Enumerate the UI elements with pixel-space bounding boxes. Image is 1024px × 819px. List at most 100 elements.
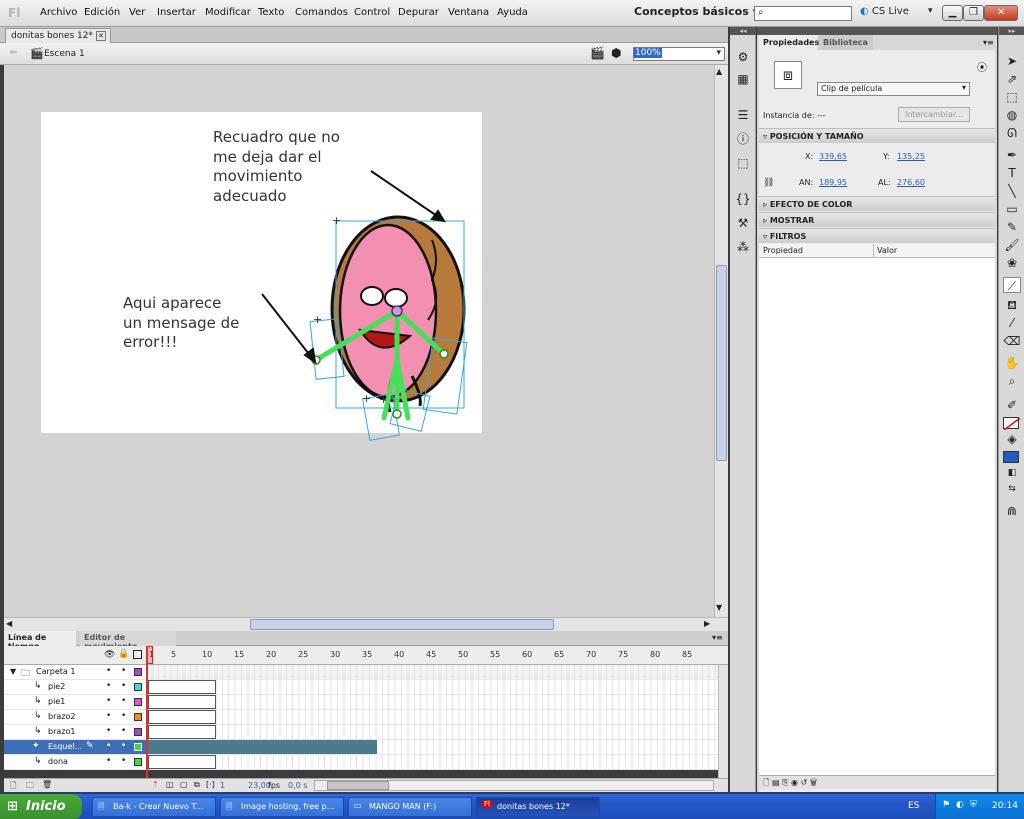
chevron-down-icon[interactable]: ▾: [928, 6, 933, 16]
info-icon[interactable]: ⓘ: [734, 131, 752, 147]
tab-timeline[interactable]: Línea de tiempo: [4, 631, 76, 651]
presets-icon[interactable]: ▤: [772, 778, 780, 787]
layer-row-selected[interactable]: ✦ Esquel... ✎ • •: [4, 740, 718, 755]
network-icon[interactable]: ⚑: [942, 800, 950, 810]
panel-collapse-bar[interactable]: [757, 27, 997, 35]
help-icon[interactable]: ⦿: [977, 59, 987, 74]
onion-skin-icon[interactable]: ◫: [166, 780, 174, 789]
visibility-dot[interactable]: •: [106, 696, 111, 706]
language-indicator[interactable]: ES: [908, 801, 919, 811]
keyframe-span[interactable]: [148, 755, 216, 769]
panel-menu-icon[interactable]: ▾≡: [983, 38, 994, 47]
start-button[interactable]: ⊞ Inicio: [0, 794, 82, 819]
transform-icon[interactable]: ⬚: [734, 155, 752, 171]
layer-name[interactable]: Carpeta 1: [36, 667, 75, 676]
bone-joint[interactable]: [391, 305, 403, 317]
swap-button[interactable]: Intercambiar...: [898, 107, 970, 122]
color-swatches-icon[interactable]: ▦: [734, 71, 752, 87]
lock-dot[interactable]: •: [121, 666, 126, 676]
layer-color-swatch[interactable]: [134, 743, 142, 751]
onion-markers-icon[interactable]: [·]: [206, 780, 215, 789]
line-tool-icon[interactable]: ╲: [1003, 183, 1021, 199]
frames-track[interactable]: [146, 665, 718, 679]
new-folder-icon[interactable]: 🗀: [26, 780, 34, 794]
snap-to-objects-icon[interactable]: ⋒: [1003, 503, 1021, 519]
enable-filter-icon[interactable]: ◉: [791, 778, 798, 787]
visibility-dot[interactable]: •: [106, 666, 111, 676]
taskbar-item[interactable]: 🗎 Image hosting, free p...: [220, 797, 344, 817]
symbol-type-select[interactable]: Clip de película ▾: [817, 82, 970, 96]
layer-name[interactable]: brazo2: [48, 712, 75, 721]
eye-icon[interactable]: 👁: [104, 650, 115, 660]
bone-tool-icon[interactable]: ⟋: [1003, 277, 1021, 293]
tab-library[interactable]: Biblioteca: [819, 35, 873, 50]
taskbar-item-active[interactable]: Fl donitas bones 12*: [476, 797, 600, 817]
section-display[interactable]: ▹ MOSTRAR: [759, 212, 995, 227]
visibility-dot[interactable]: •: [106, 741, 111, 751]
history-icon[interactable]: ⁂: [734, 239, 752, 255]
security-icon[interactable]: ⛨: [970, 800, 977, 810]
layer-color-swatch[interactable]: [134, 683, 142, 691]
layer-color-swatch[interactable]: [134, 713, 142, 721]
taskbar-item[interactable]: 🗎 Ba-k - Crear Nuevo T...: [92, 797, 216, 817]
lock-icon[interactable]: 🔒: [118, 649, 129, 659]
scroll-thumb[interactable]: [716, 265, 727, 461]
horizontal-scrollbar[interactable]: ◀ ▶: [4, 617, 728, 631]
swap-colors-icon[interactable]: ⇆: [1003, 481, 1021, 497]
layer-name[interactable]: dona: [48, 757, 68, 766]
volume-icon[interactable]: ◐: [956, 800, 964, 810]
center-frame-icon[interactable]: ⇡: [152, 780, 159, 789]
panel-menu-icon[interactable]: ▾≡: [712, 633, 723, 642]
fill-color-swatch[interactable]: [1003, 451, 1019, 463]
lock-dot[interactable]: •: [121, 696, 126, 706]
timeline-vscroll[interactable]: [718, 665, 728, 778]
fill-color-icon[interactable]: ◈: [1003, 431, 1021, 447]
keyframe-span[interactable]: [148, 695, 216, 709]
timeline-hscroll[interactable]: [314, 780, 714, 791]
visibility-dot[interactable]: •: [106, 681, 111, 691]
outline-icon[interactable]: [133, 650, 142, 659]
x-value[interactable]: 339,65: [819, 152, 847, 161]
scroll-left-icon[interactable]: ◀: [6, 619, 12, 628]
frames-track[interactable]: [146, 695, 718, 709]
taskbar-item[interactable]: ▭ MANGO MAN (F:): [348, 797, 472, 817]
scroll-thumb[interactable]: [327, 781, 389, 790]
visibility-dot[interactable]: •: [106, 726, 111, 736]
collapse-icon[interactable]: ◂◂: [730, 27, 756, 35]
pen-tool-icon[interactable]: ✒: [1003, 147, 1021, 163]
pencil-tool-icon[interactable]: ✎: [1003, 219, 1021, 235]
delete-filter-icon[interactable]: 🗑: [810, 778, 817, 787]
hand-tool-icon[interactable]: ✋: [1003, 355, 1021, 371]
keyframe-span[interactable]: [148, 710, 216, 724]
align-icon[interactable]: ☰: [734, 107, 752, 123]
layer-color-swatch[interactable]: [134, 728, 142, 736]
components-icon[interactable]: ⚒: [734, 215, 752, 231]
tab-properties[interactable]: Propiedades: [759, 35, 819, 50]
stroke-color-icon[interactable]: ✐: [1003, 397, 1021, 413]
zoom-tool-icon[interactable]: ⌕: [1003, 373, 1021, 389]
y-value[interactable]: 135,25: [897, 152, 925, 161]
motion-presets-icon[interactable]: ⚙: [734, 49, 752, 65]
lock-dot[interactable]: •: [121, 681, 126, 691]
3d-rotation-tool-icon[interactable]: ◍: [1003, 107, 1021, 123]
new-layer-icon[interactable]: 🗋: [10, 780, 16, 794]
brush-tool-icon[interactable]: 🖌: [1003, 237, 1021, 253]
section-color-effect[interactable]: ▹ EFECTO DE COLOR: [759, 196, 995, 211]
free-transform-tool-icon[interactable]: ⬚: [1003, 89, 1021, 105]
width-value[interactable]: 189,95: [819, 178, 847, 187]
visibility-dot[interactable]: •: [106, 756, 111, 766]
delete-layer-icon[interactable]: 🗑: [42, 780, 52, 789]
frames-track[interactable]: [146, 680, 718, 694]
code-snippets-icon[interactable]: {}: [734, 191, 752, 207]
bone-joint[interactable]: [439, 349, 449, 359]
folder-expand-icon[interactable]: ▼: [10, 667, 16, 676]
lock-dot[interactable]: •: [121, 726, 126, 736]
vertical-scrollbar[interactable]: ▲ ▼: [714, 65, 728, 617]
selection-tool-icon[interactable]: ➤: [1003, 53, 1021, 69]
bone-joint[interactable]: [392, 409, 402, 419]
minimize-button[interactable]: ▁: [942, 5, 963, 21]
scroll-right-icon[interactable]: ▶: [704, 619, 710, 628]
layer-color-swatch[interactable]: [134, 698, 142, 706]
frames-track[interactable]: [146, 755, 718, 769]
layer-row-folder[interactable]: ▼ 🗀 Carpeta 1 • •: [4, 665, 718, 680]
